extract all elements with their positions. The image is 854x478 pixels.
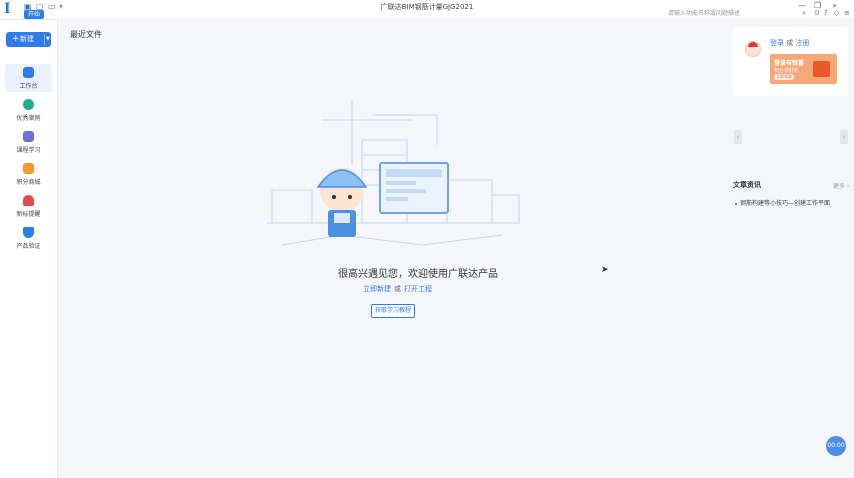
login-link[interactable]: 登录 xyxy=(770,39,784,47)
user-card: 登录 或 注册 登录有惊喜 积分领好礼 立即领取 xyxy=(733,27,848,96)
menu-icon[interactable]: ≡ xyxy=(844,9,850,17)
new-project-label: 新建 xyxy=(20,35,34,43)
sidebar-item-courses[interactable]: 课程学习 xyxy=(5,128,52,156)
or-text: 或 xyxy=(394,285,401,293)
shield-check-icon xyxy=(23,227,34,238)
get-tutorial-button[interactable]: 获取学习教程 xyxy=(371,304,415,318)
sidebar-item-points-mall[interactable]: 积分商城 xyxy=(5,160,52,188)
news-more-link[interactable]: 更多 › xyxy=(833,181,849,190)
plus-icon: + xyxy=(12,34,20,44)
floating-timer-button[interactable]: 00:00 xyxy=(826,436,846,456)
welcome-illustration xyxy=(267,100,520,246)
sidebar-item-label: 新标提醒 xyxy=(16,211,41,218)
carousel-prev-button[interactable]: ‹ xyxy=(734,130,742,144)
promo-title: 登录有惊喜 xyxy=(774,60,805,67)
settings-icon[interactable]: ⊙ xyxy=(814,9,820,17)
mouse-cursor-icon: ➤ xyxy=(601,265,609,275)
sidebar-item-standard-reminder[interactable]: 新标提醒 xyxy=(5,192,52,220)
bell-icon xyxy=(23,195,34,206)
login-promo-banner[interactable]: 登录有惊喜 积分领好礼 立即领取 xyxy=(770,54,837,84)
news-item-text: 钢筋构建等小技巧—创建工作平面 xyxy=(740,200,831,207)
news-item[interactable]: 钢筋构建等小技巧—创建工作平面 xyxy=(735,198,830,207)
welcome-greeting: 很高兴遇见您，欢迎使用广联达产品 xyxy=(338,269,498,280)
sidebar-item-cases[interactable]: 优秀案例 xyxy=(5,96,52,124)
skin-icon[interactable]: ◇ xyxy=(834,9,839,17)
sidebar-item-workbench[interactable]: 工作台 xyxy=(5,64,52,92)
or-text: 或 xyxy=(786,39,794,47)
sidebar-item-product-verify[interactable]: 产品验证 xyxy=(5,224,52,252)
create-now-link[interactable]: 立即新建 xyxy=(363,285,391,293)
bullet-icon xyxy=(735,202,737,205)
workbench-icon xyxy=(23,67,34,78)
quick-links: 立即新建或打开工程 xyxy=(363,284,432,294)
sidebar-item-label: 优秀案例 xyxy=(16,115,41,122)
sidebar-item-label: 工作台 xyxy=(19,83,38,90)
news-section-title: 文章资讯 xyxy=(733,181,761,189)
promo-subtitle: 积分领好礼 xyxy=(774,68,800,74)
help-icon[interactable]: ? xyxy=(824,9,828,17)
help-search-input[interactable]: 请输入功能名称或问题描述 xyxy=(668,8,808,20)
avatar[interactable] xyxy=(745,41,761,57)
sidebar: + 新建 ▼ 工作台 优秀案例 课程学习 积分商城 新标提醒 产品验证 xyxy=(0,20,58,478)
carousel-next-button[interactable]: › xyxy=(840,130,848,144)
promo-cta[interactable]: 立即领取 xyxy=(774,74,794,80)
register-link[interactable]: 注册 xyxy=(795,39,809,47)
search-icon[interactable]: ⌕ xyxy=(802,9,806,18)
button-divider xyxy=(44,34,45,45)
sidebar-item-label: 课程学习 xyxy=(16,147,41,154)
sidebar-item-label: 积分商城 xyxy=(16,179,41,186)
sidebar-item-label: 产品验证 xyxy=(16,243,41,250)
gift-icon xyxy=(23,163,34,174)
open-project-link[interactable]: 打开工程 xyxy=(404,285,432,293)
chevron-down-icon[interactable]: ▼ xyxy=(46,32,50,47)
star-badge-icon xyxy=(23,99,34,110)
gift-box-icon xyxy=(813,61,830,77)
recent-files-title: 最近文件 xyxy=(70,30,102,39)
play-video-icon xyxy=(23,131,34,142)
new-project-button[interactable]: + 新建 ▼ xyxy=(6,32,51,47)
login-register: 登录 或 注册 xyxy=(770,38,809,48)
